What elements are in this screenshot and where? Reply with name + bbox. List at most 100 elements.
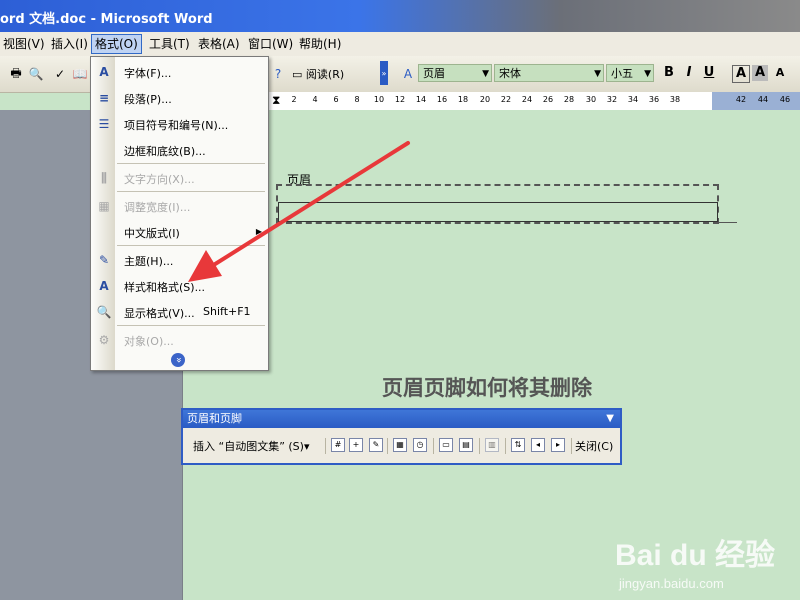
research-icon[interactable]: 📖 bbox=[72, 66, 88, 82]
font-combo-value: 宋体 bbox=[499, 67, 521, 80]
print-icon[interactable]: 🖶 bbox=[8, 66, 24, 82]
menu-item-fit-width[interactable]: ▦ 调整宽度(I)... bbox=[91, 193, 268, 219]
menu-item-asian-layout[interactable]: 中文版式(I) ▶ bbox=[91, 219, 268, 245]
read-button[interactable]: ▭ 阅读(R) bbox=[292, 66, 344, 82]
help-icon[interactable]: ? bbox=[270, 66, 286, 82]
separator bbox=[571, 438, 572, 454]
chevron-down-icon: ▼ bbox=[482, 69, 489, 79]
ruler-tick: 2 bbox=[291, 95, 297, 104]
print-preview-icon[interactable]: 🔍 bbox=[28, 66, 44, 82]
indent-marker-icon[interactable]: ⧗ bbox=[272, 93, 280, 108]
menu-format[interactable]: 格式(O) bbox=[91, 34, 142, 54]
menu-item-label: 字体(F)... bbox=[124, 67, 172, 80]
styles-icon: A bbox=[99, 279, 109, 293]
menu-tools[interactable]: 工具(T) bbox=[146, 35, 193, 53]
menu-item-label: 对象(O)... bbox=[124, 335, 174, 348]
ruler-tick: 24 bbox=[521, 95, 533, 104]
menu-item-object[interactable]: ⚙ 对象(O)... bbox=[91, 327, 268, 353]
show-document-text-icon[interactable]: ▤ bbox=[459, 438, 473, 452]
ruler-tick: 12 bbox=[394, 95, 406, 104]
toolbar-menu-arrow-icon[interactable]: ▼ bbox=[606, 410, 614, 428]
title-bar: ord 文档.doc - Microsoft Word bbox=[0, 0, 800, 32]
menu-item-label: 显示格式(V)... bbox=[124, 307, 195, 320]
menu-item-text-direction[interactable]: ⫼ 文字方向(X)... bbox=[91, 165, 268, 191]
separator bbox=[325, 438, 326, 454]
close-header-footer-button[interactable]: 关闭(C) bbox=[575, 438, 613, 454]
menu-insert[interactable]: 插入(I) bbox=[48, 35, 91, 53]
bold-button[interactable]: B bbox=[661, 65, 677, 81]
char-scale-button[interactable]: A bbox=[772, 65, 788, 81]
style-combo-value: 页眉 bbox=[423, 67, 445, 80]
ruler-tick: 22 bbox=[500, 95, 512, 104]
overlay-caption: 页眉页脚如何将其删除 bbox=[382, 375, 592, 400]
menu-table[interactable]: 表格(A) bbox=[195, 35, 243, 53]
insert-page-number-icon[interactable]: # bbox=[331, 438, 345, 452]
watermark-url: jingyan.baidu.com bbox=[619, 576, 724, 591]
insert-autotext-button[interactable]: 插入 “自动图文集” (S)▾ bbox=[193, 438, 309, 454]
ruler-tick: 46 bbox=[779, 95, 791, 104]
insert-date-icon[interactable]: ▦ bbox=[393, 438, 407, 452]
reveal-format-icon: 🔍 bbox=[96, 305, 112, 319]
header-text-line[interactable] bbox=[278, 202, 718, 222]
separator bbox=[433, 438, 434, 454]
text-direction-icon: ⫼ bbox=[101, 171, 107, 185]
menu-item-label: 文字方向(X)... bbox=[124, 173, 195, 186]
menu-separator bbox=[117, 163, 265, 164]
ruler-tick: 38 bbox=[669, 95, 681, 104]
menu-item-font[interactable]: A 字体(F)... bbox=[91, 59, 268, 85]
menu-item-bullets[interactable]: ☰ 项目符号和编号(N)... bbox=[91, 111, 268, 137]
ruler-tick: 6 bbox=[333, 95, 339, 104]
object-icon: ⚙ bbox=[98, 333, 110, 347]
ruler-tick: 30 bbox=[585, 95, 597, 104]
menu-separator bbox=[117, 191, 265, 192]
ruler-tick: 32 bbox=[606, 95, 618, 104]
menu-item-reveal-formatting[interactable]: 🔍 显示格式(V)... Shift+F1 bbox=[91, 299, 268, 325]
insert-page-count-icon[interactable]: + bbox=[349, 438, 363, 452]
style-combo[interactable]: 页眉 ▼ bbox=[418, 64, 492, 82]
italic-button[interactable]: I bbox=[681, 65, 697, 81]
header-line-tail bbox=[719, 222, 737, 223]
menu-bar: 视图(V) 插入(I) 格式(O) 工具(T) 表格(A) 窗口(W) 帮助(H… bbox=[0, 32, 800, 57]
spelling-icon[interactable]: ✓ bbox=[52, 66, 68, 82]
same-as-previous-icon[interactable]: ▥ bbox=[485, 438, 499, 452]
page-setup-icon[interactable]: ▭ bbox=[439, 438, 453, 452]
menu-separator bbox=[117, 245, 265, 246]
format-page-number-icon[interactable]: ✎ bbox=[369, 438, 383, 452]
separator bbox=[479, 438, 480, 454]
size-combo[interactable]: 小五 ▼ bbox=[606, 64, 654, 82]
watermark-logo: Bai du 经验 jingyan.baidu.com bbox=[615, 514, 800, 600]
insert-time-icon[interactable]: ◷ bbox=[413, 438, 427, 452]
menu-help[interactable]: 帮助(H) bbox=[296, 35, 344, 53]
horizontal-ruler[interactable]: ⧗ 2 4 6 8 10 12 14 16 18 20 22 24 26 28 … bbox=[266, 92, 800, 111]
read-button-label: 阅读(R) bbox=[305, 68, 345, 81]
underline-button[interactable]: U bbox=[701, 65, 717, 81]
ruler-tick: 16 bbox=[436, 95, 448, 104]
expand-menu-button[interactable]: » bbox=[171, 353, 185, 367]
menu-item-paragraph[interactable]: ≡ 段落(P)... bbox=[91, 85, 268, 111]
char-shading-button[interactable]: A bbox=[752, 65, 768, 81]
paragraph-icon: ≡ bbox=[98, 91, 110, 105]
submenu-arrow-icon: ▶ bbox=[255, 227, 262, 236]
show-previous-icon[interactable]: ◂ bbox=[531, 438, 545, 452]
header-footer-toolbar-title[interactable]: 页眉和页脚 ▼ bbox=[183, 410, 620, 428]
menu-item-theme[interactable]: ✎ 主题(H)... bbox=[91, 247, 268, 273]
font-combo[interactable]: 宋体 ▼ bbox=[494, 64, 604, 82]
theme-icon: ✎ bbox=[98, 253, 110, 267]
ruler-tick: 34 bbox=[627, 95, 639, 104]
menu-window[interactable]: 窗口(W) bbox=[245, 35, 296, 53]
styles-pane-icon[interactable]: A bbox=[400, 66, 416, 82]
ruler-tick: 26 bbox=[542, 95, 554, 104]
show-next-icon[interactable]: ▸ bbox=[551, 438, 565, 452]
window-title: ord 文档.doc - Microsoft Word bbox=[0, 12, 213, 27]
switch-header-footer-icon[interactable]: ⇅ bbox=[511, 438, 525, 452]
menu-view[interactable]: 视图(V) bbox=[0, 35, 48, 53]
menu-item-shortcut: Shift+F1 bbox=[203, 305, 251, 318]
menu-item-borders[interactable]: 边框和底纹(B)... bbox=[91, 137, 268, 163]
menu-item-styles-formatting[interactable]: A 样式和格式(S)... bbox=[91, 273, 268, 299]
toolbar-options-icon[interactable]: » bbox=[380, 61, 388, 85]
ruler-tick: 20 bbox=[479, 95, 491, 104]
ruler-tick: 18 bbox=[457, 95, 469, 104]
ruler-tick: 44 bbox=[757, 95, 769, 104]
ruler-tick: 36 bbox=[648, 95, 660, 104]
char-border-button[interactable]: A bbox=[732, 65, 750, 83]
